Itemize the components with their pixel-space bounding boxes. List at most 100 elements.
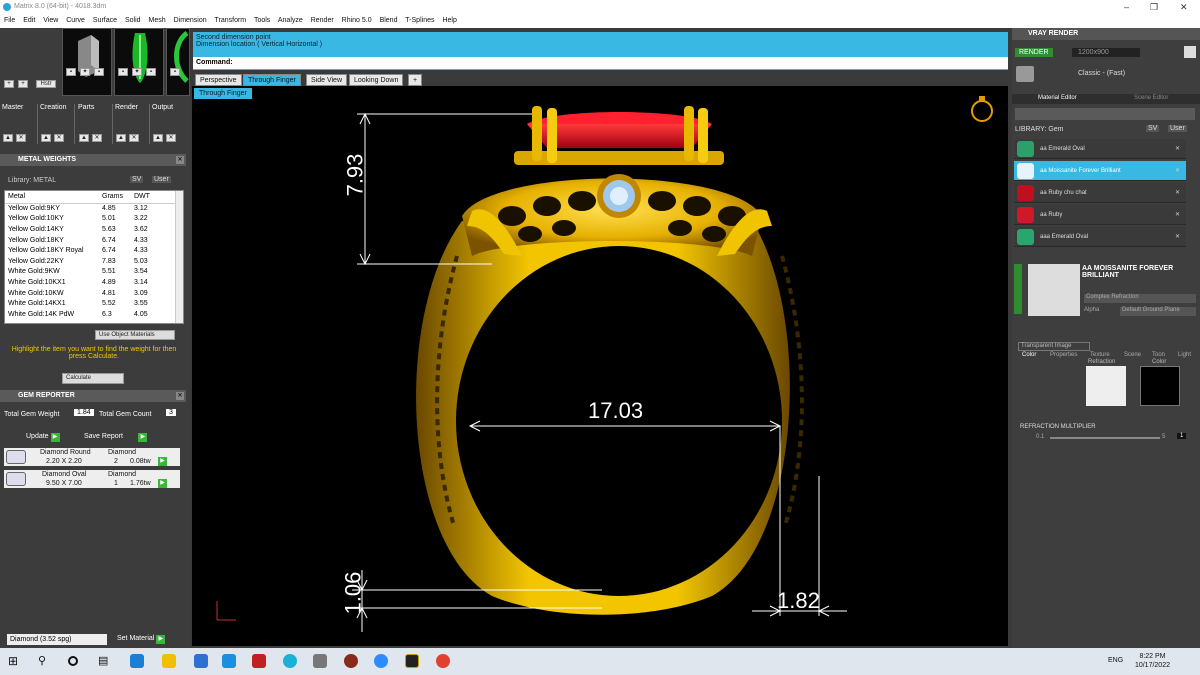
menu-analyze[interactable]: Analyze xyxy=(278,17,303,24)
table-row[interactable]: Yellow Gold:22KY 7.83 5.03 xyxy=(5,256,177,267)
menu-render[interactable]: Render xyxy=(311,17,334,24)
tab-btn[interactable]: ▲ xyxy=(3,134,13,142)
file-explorer-icon[interactable] xyxy=(162,654,176,668)
matrix-icon[interactable] xyxy=(405,654,419,668)
search-icon[interactable]: ⚲ xyxy=(38,654,52,668)
library-item[interactable]: aa Moissanite Forever Brilliant ✕ xyxy=(1014,161,1186,181)
resolution-field[interactable]: 1200x900 xyxy=(1072,48,1140,57)
edge-icon[interactable] xyxy=(130,654,144,668)
gem-row[interactable]: Diamond Round Diamond 2.20 X 2.20 2 0.08… xyxy=(4,448,180,466)
tab-material-editor[interactable]: Material Editor xyxy=(1038,95,1077,101)
table-row[interactable]: White Gold:9KW 5.51 3.54 xyxy=(5,267,177,278)
thumb-btn[interactable]: ✦ xyxy=(132,68,142,76)
table-row[interactable]: White Gold:10KX1 4.89 3.14 xyxy=(5,277,177,288)
add-icon[interactable]: + xyxy=(18,80,28,88)
menu-solid[interactable]: Solid xyxy=(125,17,141,24)
app-icon-1[interactable] xyxy=(252,654,266,668)
close-icon[interactable]: ✕ xyxy=(176,392,184,400)
set-material-button[interactable]: Set Material ▶ xyxy=(117,635,166,644)
tab-scene-editor[interactable]: Scene Editor xyxy=(1134,95,1168,101)
close-button[interactable]: ✕ xyxy=(1180,0,1188,14)
tab-btn[interactable]: ▲ xyxy=(116,134,126,142)
tab-properties[interactable]: Properties xyxy=(1050,350,1077,360)
viewport[interactable]: Through Finger 7.93 17.03 1.06 1.82 xyxy=(192,86,1008,646)
app-icon-2[interactable] xyxy=(283,654,297,668)
cortana-icon[interactable] xyxy=(68,656,78,666)
library-item[interactable]: aaa Emerald Oval ✕ xyxy=(1014,227,1186,247)
tab-parts[interactable]: Parts xyxy=(78,104,94,111)
tab-side-view[interactable]: Side View xyxy=(306,74,348,86)
thumb-btn[interactable]: ▪ xyxy=(94,68,104,76)
transparent-image-select[interactable]: Transparent Image xyxy=(1018,342,1090,351)
minimize-button[interactable]: – xyxy=(1124,0,1129,14)
sv-button[interactable]: SV xyxy=(1146,125,1160,132)
menu-surface[interactable]: Surface xyxy=(93,17,117,24)
library-item[interactable]: aa Ruby ✕ xyxy=(1014,205,1186,225)
slider-value[interactable]: 1 xyxy=(1177,433,1187,439)
save-report-button[interactable]: Save Report ▶ xyxy=(84,433,148,442)
menu-view[interactable]: View xyxy=(43,17,58,24)
tab-btn[interactable]: ▲ xyxy=(153,134,163,142)
material-select[interactable]: Diamond (3.52 spg) xyxy=(7,634,107,645)
use-object-materials-button[interactable]: Use Object Materials xyxy=(95,330,175,340)
table-row[interactable]: Yellow Gold:18KY Royal 6.74 4.33 xyxy=(5,245,177,256)
table-row[interactable]: White Gold:10KW 4.81 3.09 xyxy=(5,288,177,299)
library-item[interactable]: aa Emerald Oval ✕ xyxy=(1014,139,1186,159)
ground-plane-select[interactable]: Default Ground Plane xyxy=(1120,307,1196,316)
menu-transform[interactable]: Transform xyxy=(214,17,246,24)
tab-btn[interactable]: ▲ xyxy=(41,134,51,142)
tab-btn[interactable]: ✕ xyxy=(54,134,64,142)
app-icon-3[interactable] xyxy=(313,654,327,668)
tab-scene[interactable]: Scene xyxy=(1124,350,1141,360)
maximize-button[interactable]: ❐ xyxy=(1150,0,1158,14)
tab-looking-down[interactable]: Looking Down xyxy=(349,74,404,86)
tab-btn[interactable]: ✕ xyxy=(16,134,26,142)
color-slot[interactable] xyxy=(1140,366,1180,406)
tab-render[interactable]: Render xyxy=(115,104,138,111)
menu-edit[interactable]: Edit xyxy=(23,17,35,24)
tab-btn[interactable]: ▲ xyxy=(79,134,89,142)
tab-master[interactable]: Master xyxy=(2,104,23,111)
tab-output[interactable]: Output xyxy=(152,104,173,111)
menu-curve[interactable]: Curve xyxy=(66,17,85,24)
calculate-button[interactable]: Calculate xyxy=(62,373,124,384)
add-icon[interactable]: + xyxy=(4,80,14,88)
sv-button[interactable]: SV xyxy=(130,176,144,183)
settings-icon[interactable] xyxy=(1184,46,1196,58)
table-row[interactable]: Yellow Gold:18KY 6.74 4.33 xyxy=(5,235,177,246)
history-button[interactable]: Hstr xyxy=(36,80,56,88)
library-item[interactable]: aa Ruby chu chat ✕ xyxy=(1014,183,1186,203)
tab-perspective[interactable]: Perspective xyxy=(195,74,242,86)
zoom-icon[interactable] xyxy=(374,654,388,668)
clock[interactable]: 8:22 PM 10/17/2022 xyxy=(1135,652,1170,670)
table-row[interactable]: Yellow Gold:14KY 5.63 3.62 xyxy=(5,224,177,235)
tab-btn[interactable]: ✕ xyxy=(92,134,102,142)
tab-creation[interactable]: Creation xyxy=(40,104,66,111)
menu-blend[interactable]: Blend xyxy=(380,17,398,24)
user-button[interactable]: User xyxy=(1168,125,1187,132)
tab-color[interactable]: Color xyxy=(1022,350,1036,360)
menu-rhino[interactable]: Rhino 5.0 xyxy=(342,17,372,24)
thumb-btn[interactable]: ▪ xyxy=(170,68,180,76)
add-tab-button[interactable]: + xyxy=(408,74,423,86)
table-row[interactable]: White Gold:14K PdW 6.3 4.05 xyxy=(5,309,177,320)
user-button[interactable]: User xyxy=(152,176,171,183)
app-icon-4[interactable] xyxy=(344,654,358,668)
tool-thumb-1[interactable] xyxy=(62,28,112,96)
windows-start-icon[interactable]: ⊞ xyxy=(8,654,22,668)
arrow-icon[interactable]: ▶ xyxy=(158,479,167,488)
language-indicator[interactable]: ENG xyxy=(1108,657,1123,664)
menu-tsplines[interactable]: T-Splines xyxy=(405,17,434,24)
task-view-icon[interactable]: ▤ xyxy=(98,654,112,668)
collapse-handle[interactable] xyxy=(1014,264,1022,314)
menu-tools[interactable]: Tools xyxy=(254,17,270,24)
menu-mesh[interactable]: Mesh xyxy=(149,17,166,24)
table-scrollbar[interactable] xyxy=(175,191,183,323)
preset-label[interactable]: Classic - (Fast) xyxy=(1078,70,1125,77)
tab-btn[interactable]: ✕ xyxy=(166,134,176,142)
tool-thumb-3[interactable] xyxy=(166,28,190,96)
refraction-slot[interactable] xyxy=(1086,366,1126,406)
arrow-icon[interactable]: ▶ xyxy=(158,457,167,466)
thumb-btn[interactable]: ▪ xyxy=(118,68,128,76)
tab-btn[interactable]: ✕ xyxy=(129,134,139,142)
